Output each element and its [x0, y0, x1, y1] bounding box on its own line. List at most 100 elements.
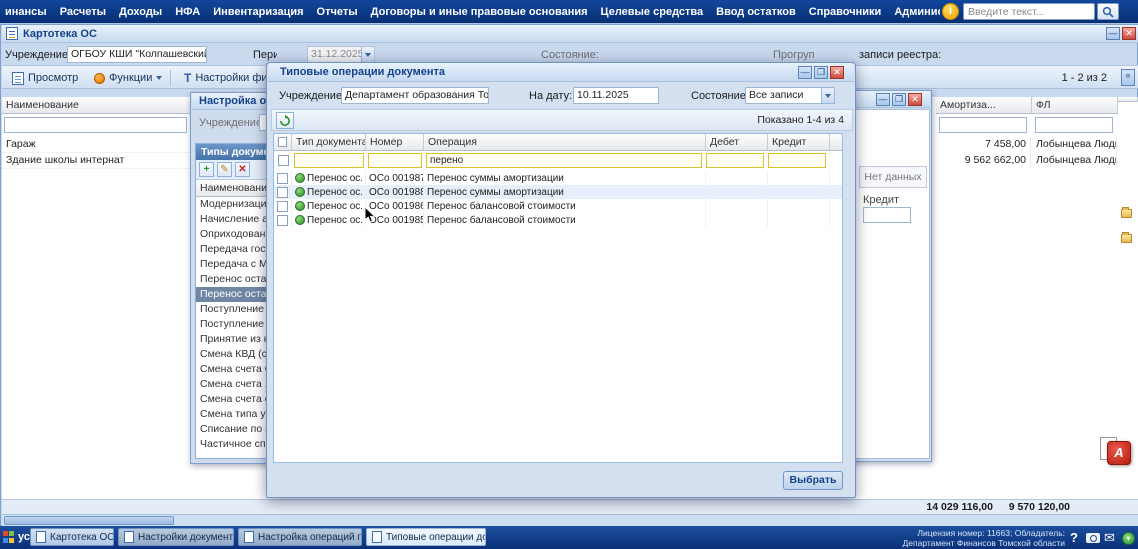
- column-header-amortization[interactable]: Амортиза...: [936, 97, 1032, 114]
- row-folder-icon[interactable]: [1121, 207, 1132, 218]
- operation-type-icon: [295, 215, 305, 225]
- license-line2: Департамент Финансов Томской области: [902, 538, 1065, 548]
- person-filter-input[interactable]: [1035, 117, 1113, 133]
- close-button[interactable]: ✕: [1122, 27, 1136, 40]
- menu-celevye[interactable]: Целевые средства: [601, 6, 704, 18]
- refresh-button[interactable]: [276, 112, 294, 129]
- menu-dogovory[interactable]: Договоры и иные правовые основания: [371, 6, 588, 18]
- tray-collapse-icon[interactable]: ▾: [1122, 532, 1135, 545]
- search-input[interactable]: [963, 3, 1095, 20]
- red-stamp-icon: А: [1107, 441, 1131, 465]
- chevron-down-icon: [821, 88, 834, 103]
- menu-spravochniki[interactable]: Справочники: [809, 6, 882, 18]
- delete-button[interactable]: ✕: [235, 162, 250, 177]
- typical-operations-modal: Типовые операции документа — ❐ ✕ Учрежде…: [266, 62, 856, 498]
- amortization-cell[interactable]: 9 562 662,00: [936, 153, 1031, 169]
- modal-institution-field[interactable]: Департамент образования Томск: [341, 87, 489, 104]
- license-info: Лицензия номер: 11663; Обладатель: Депар…: [845, 528, 1065, 548]
- amortization-filter-input[interactable]: [939, 117, 1027, 133]
- table-row[interactable]: Перенос ос... ОСо 001985 Перенос балансо…: [274, 213, 842, 227]
- filter-checkbox[interactable]: [278, 155, 289, 166]
- menu-items: инансы Расчеты Доходы НФА Инвентаризация…: [5, 0, 940, 23]
- functions-button[interactable]: Функции: [88, 69, 168, 87]
- view-button[interactable]: Просмотр: [6, 69, 84, 87]
- collapse-panel-button[interactable]: «: [1121, 69, 1135, 86]
- name-filter-input[interactable]: [4, 117, 187, 133]
- debit-filter-input[interactable]: [706, 153, 764, 168]
- modal-toolbar: Показано 1-4 из 4: [271, 109, 853, 131]
- taskbar-item-operations-settings[interactable]: Настройка операций по доку...: [238, 528, 362, 546]
- menu-otchety[interactable]: Отчеты: [317, 6, 358, 18]
- modal-titlebar[interactable]: Типовые операции документа — ❐ ✕: [268, 63, 854, 82]
- column-header-name[interactable]: Наименование: [2, 97, 191, 114]
- menu-inventarizaciya[interactable]: Инвентаризация: [213, 6, 303, 18]
- chevron-down-icon: [156, 76, 163, 83]
- registry-count-label: записи реестра:: [859, 49, 942, 61]
- operation-filter-input[interactable]: перено: [426, 153, 702, 168]
- column-header-number[interactable]: Номер: [366, 134, 424, 151]
- doc-type-filter-input[interactable]: [294, 153, 364, 168]
- select-all-checkbox[interactable]: [278, 137, 287, 147]
- select-button[interactable]: Выбрать: [783, 471, 843, 490]
- close-button[interactable]: ✕: [908, 93, 922, 106]
- credit-filter-input[interactable]: [768, 153, 826, 168]
- screenshot-camera-icon[interactable]: [1086, 533, 1100, 543]
- select-all-header[interactable]: [274, 134, 292, 151]
- row-checkbox[interactable]: [277, 200, 288, 212]
- row-checkbox[interactable]: [277, 214, 288, 226]
- search-button[interactable]: [1097, 3, 1119, 20]
- period-end-field[interactable]: 31.12.2025: [307, 46, 375, 63]
- menu-administrirovanie[interactable]: Администрирование: [894, 6, 940, 18]
- menu-finance[interactable]: инансы: [5, 6, 47, 18]
- info-icon[interactable]: i: [942, 3, 959, 20]
- menu-raschety[interactable]: Расчеты: [60, 6, 106, 18]
- table-row[interactable]: Перенос ос... ОСо 001987 Перенос суммы а…: [274, 171, 842, 185]
- signature-stamp-badge[interactable]: А: [1100, 437, 1132, 467]
- column-header-credit[interactable]: Кредит: [768, 134, 830, 151]
- help-icon[interactable]: ?: [1070, 530, 1078, 545]
- add-button[interactable]: +: [199, 162, 214, 177]
- close-button[interactable]: ✕: [830, 66, 844, 79]
- modal-state-select[interactable]: Все записи: [745, 87, 835, 104]
- search-icon: [1102, 6, 1114, 18]
- functions-icon: [94, 72, 105, 84]
- table-row[interactable]: Перенос ос... ОСо 001986 Перенос балансо…: [274, 199, 842, 213]
- menu-dohody[interactable]: Доходы: [119, 6, 162, 18]
- column-header-person[interactable]: ФЛ: [1032, 97, 1118, 114]
- column-header-debit[interactable]: Дебет: [706, 134, 768, 151]
- table-row[interactable]: Гараж: [2, 137, 191, 153]
- credit-field[interactable]: [863, 207, 911, 223]
- taskbar-item-kartoteka[interactable]: Картотека ОС: [30, 528, 114, 546]
- grid-totals-row: 14 029 116,00 9 570 120,00: [2, 499, 1138, 514]
- minimize-button[interactable]: —: [1106, 27, 1120, 40]
- row-folder-icon[interactable]: [1121, 232, 1132, 243]
- institution-field[interactable]: ОГБОУ КШИ "Колпашевский каде: [67, 46, 207, 63]
- taskbar-item-doc-settings[interactable]: Настройки документов (...: [118, 528, 234, 546]
- taskbar-item-icon: [124, 531, 134, 543]
- edit-button[interactable]: ✎: [217, 162, 232, 177]
- maximize-button[interactable]: ❐: [892, 93, 906, 106]
- taskbar-item-typical-operations[interactable]: Типовые операции докум...: [366, 528, 486, 546]
- minimize-button[interactable]: —: [876, 93, 890, 106]
- column-header-operation[interactable]: Операция: [424, 134, 706, 151]
- minimize-button[interactable]: —: [798, 66, 812, 79]
- amortization-cell[interactable]: 7 458,00: [936, 137, 1031, 153]
- horizontal-scrollbar[interactable]: [2, 514, 1138, 526]
- person-cell[interactable]: Лобынцева Людми...: [1032, 153, 1117, 169]
- row-checkbox[interactable]: [277, 172, 288, 184]
- main-window-title: Картотека ОС: [23, 28, 97, 40]
- table-row[interactable]: Здание школы интернат: [2, 153, 191, 169]
- modal-state-label: Состояние:: [691, 90, 749, 102]
- modal-date-field[interactable]: 10.11.2025: [573, 87, 659, 104]
- menu-vvod-ostatkov[interactable]: Ввод остатков: [716, 6, 796, 18]
- maximize-button[interactable]: ❐: [814, 66, 828, 79]
- table-row[interactable]: Перенос ос... ОСо 001988 Перенос суммы а…: [274, 185, 842, 199]
- number-filter-input[interactable]: [368, 153, 422, 168]
- menu-nfa[interactable]: НФА: [175, 6, 200, 18]
- column-header-doc-type[interactable]: Тип документа: [292, 134, 366, 151]
- row-checkbox[interactable]: [277, 186, 288, 198]
- main-window-titlebar: Картотека ОС — ✕: [2, 25, 1138, 43]
- person-cell[interactable]: Лобынцева Людми...: [1032, 137, 1117, 153]
- mail-icon[interactable]: ✉: [1104, 530, 1115, 546]
- scrollbar-thumb[interactable]: [4, 516, 174, 525]
